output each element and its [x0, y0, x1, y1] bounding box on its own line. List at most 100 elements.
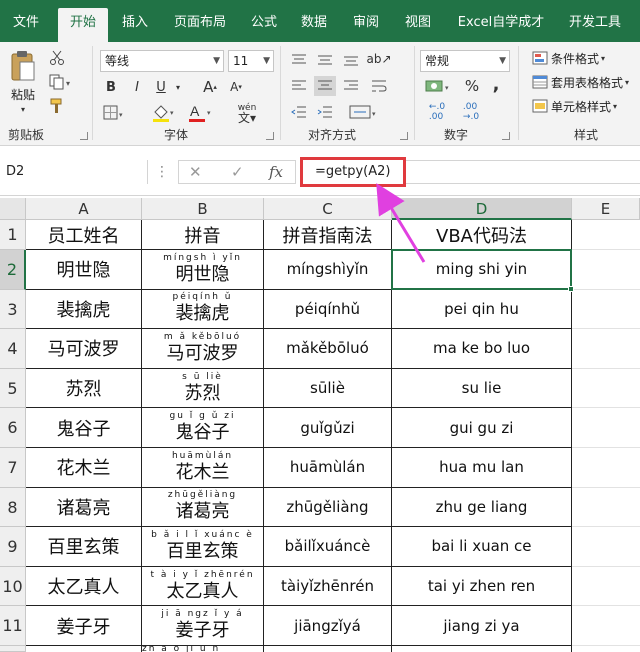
partial-cell-a[interactable] [26, 646, 142, 652]
row-header-8[interactable]: 8 [0, 487, 26, 528]
pinyin-ruby-cell[interactable]: zhūgěliàng 诸葛亮 [142, 487, 264, 528]
vba-pinyin-cell[interactable]: jiang zi ya [392, 606, 572, 646]
fill-handle[interactable] [568, 285, 574, 292]
vba-pinyin-cell[interactable]: bai li xuan ce [392, 527, 572, 567]
tab-home[interactable]: 开始 [58, 8, 108, 42]
pinyin-guide-cell[interactable]: zhūgěliàng [264, 487, 392, 528]
cell-e11[interactable] [572, 606, 640, 646]
row-header-10[interactable]: 10 [0, 566, 26, 607]
pinyin-guide-cell[interactable]: mǎkěbōluó [264, 329, 392, 369]
row-header-9[interactable]: 9 [0, 527, 26, 567]
pinyin-ruby-cell[interactable]: t à i y ǐ zhēnrén 太乙真人 [142, 566, 264, 607]
font-size-combo[interactable]: 11 ▼ [228, 50, 274, 72]
cell-e10[interactable] [572, 567, 640, 607]
cell-e8[interactable] [572, 488, 640, 528]
enter-icon[interactable]: ✓ [231, 161, 244, 183]
pinyin-ruby-cell[interactable]: péiqính ǔ 裴擒虎 [142, 289, 264, 330]
employee-name-cell[interactable]: 裴擒虎 [26, 289, 142, 330]
row-header-1[interactable]: 1 [0, 220, 26, 250]
pinyin-ruby-cell[interactable]: gu ǐ g ǔ zi 鬼谷子 [142, 408, 264, 448]
vba-pinyin-cell[interactable]: ma ke bo luo [392, 329, 572, 369]
cell-e1[interactable] [572, 220, 640, 250]
row-header-partial[interactable] [0, 646, 26, 652]
format-as-table-button[interactable]: 套用表格格式 ▾ [532, 72, 640, 92]
column-header-c[interactable]: C [264, 198, 392, 220]
pinyin-guide-cell[interactable]: bǎilǐxuáncè [264, 527, 392, 567]
vba-pinyin-cell[interactable]: ming shi yin [392, 250, 572, 290]
column-header-a[interactable]: A [26, 198, 142, 220]
header-cell-c[interactable]: 拼音指南法 [264, 220, 392, 250]
increase-decimal-icon[interactable]: ←.0.00 [422, 102, 452, 122]
conditional-formatting-button[interactable]: 条件格式 ▾ [532, 48, 640, 68]
pinyin-guide-cell[interactable]: guǐgǔzi [264, 408, 392, 448]
underline-dropdown-icon[interactable]: ▾ [172, 76, 184, 98]
format-painter-icon[interactable] [46, 96, 68, 116]
employee-name-cell[interactable]: 花木兰 [26, 448, 142, 488]
vba-pinyin-cell[interactable]: zhu ge liang [392, 487, 572, 528]
vba-pinyin-cell[interactable]: tai yi zhen ren [392, 566, 572, 607]
cell-e3[interactable] [572, 290, 640, 330]
font-name-combo[interactable]: 等线 ▼ [100, 50, 224, 72]
tab-formulas[interactable]: 公式 [242, 8, 286, 42]
insert-function-icon[interactable]: fx [269, 161, 283, 183]
pinyin-guide-cell[interactable]: tàiyǐzhēnrén [264, 566, 392, 607]
comma-button[interactable]: , [488, 74, 504, 95]
column-header-e[interactable]: E [572, 198, 640, 220]
underline-button[interactable]: U [150, 76, 172, 98]
row-header-11[interactable]: 11 [0, 606, 26, 646]
pinyin-ruby-cell[interactable]: huāmùlán 花木兰 [142, 448, 264, 488]
cell-e2[interactable] [572, 250, 640, 290]
vba-pinyin-cell[interactable]: gui gu zi [392, 408, 572, 448]
employee-name-cell[interactable]: 明世隐 [26, 250, 142, 290]
align-center-icon[interactable] [314, 76, 336, 96]
orientation-icon[interactable]: ab↗ [366, 48, 391, 70]
header-cell-a[interactable]: 员工姓名 [26, 220, 142, 250]
partial-cell-c[interactable] [264, 646, 392, 652]
cell-e5[interactable] [572, 369, 640, 409]
pinyin-ruby-cell[interactable]: b ǎ i l ǐ xuánc è 百里玄策 [142, 527, 264, 567]
formula-input[interactable]: =getpy(A2) [300, 157, 406, 187]
employee-name-cell[interactable]: 苏烈 [26, 368, 142, 409]
fill-color-icon[interactable]: ▾ [150, 102, 178, 124]
name-box-options-icon[interactable]: ⋮ [150, 160, 174, 184]
paste-dropdown-icon[interactable]: ▾ [6, 104, 40, 114]
align-top-icon[interactable] [288, 50, 310, 70]
increase-indent-icon[interactable] [314, 102, 336, 122]
cut-icon[interactable] [46, 48, 68, 68]
copy-icon[interactable]: ▾ [46, 72, 76, 92]
tab-data[interactable]: 数据 [290, 8, 338, 42]
row-header-3[interactable]: 3 [0, 289, 26, 330]
pinyin-guide-cell[interactable]: péiqínhǔ [264, 289, 392, 330]
number-format-combo[interactable]: 常规 ▼ [420, 50, 510, 72]
column-header-b[interactable]: B [142, 198, 264, 220]
employee-name-cell[interactable]: 鬼谷子 [26, 408, 142, 448]
employee-name-cell[interactable]: 马可波罗 [26, 329, 142, 369]
cancel-icon[interactable]: ✕ [189, 161, 202, 183]
align-right-icon[interactable] [340, 76, 362, 96]
cell-e6[interactable] [572, 408, 640, 448]
alignment-launcher-icon[interactable] [400, 132, 408, 140]
clipboard-launcher-icon[interactable] [80, 132, 88, 140]
cell-e9[interactable] [572, 527, 640, 567]
tab-excel-self-study[interactable]: Excel自学成才 [446, 8, 556, 42]
shrink-font-button[interactable]: A ▾ [226, 76, 246, 98]
align-middle-icon[interactable] [314, 50, 336, 70]
vba-pinyin-cell[interactable]: su lie [392, 368, 572, 409]
name-box[interactable]: D2 [0, 160, 148, 184]
vba-pinyin-cell[interactable]: hua mu lan [392, 448, 572, 488]
tab-view[interactable]: 视图 [394, 8, 442, 42]
pinyin-ruby-cell[interactable]: m ǎ kěbōluó 马可波罗 [142, 329, 264, 369]
percent-button[interactable]: % [462, 76, 482, 96]
phonetic-guide-button[interactable]: wén 文▾ [232, 100, 262, 126]
tab-review[interactable]: 审阅 [342, 8, 390, 42]
pinyin-ruby-cell[interactable]: s ū liè 苏烈 [142, 368, 264, 409]
employee-name-cell[interactable]: 太乙真人 [26, 566, 142, 607]
partial-cell-d[interactable] [392, 646, 572, 652]
formula-input-area[interactable] [406, 160, 640, 184]
employee-name-cell[interactable]: 诸葛亮 [26, 487, 142, 528]
wrap-text-icon[interactable] [368, 76, 390, 96]
accounting-format-icon[interactable]: ▾ [422, 76, 456, 96]
pinyin-guide-cell[interactable]: huāmùlán [264, 448, 392, 488]
partial-cell-b[interactable]: zh ā o ji ū n [142, 646, 264, 652]
bold-button[interactable]: B [100, 76, 122, 98]
